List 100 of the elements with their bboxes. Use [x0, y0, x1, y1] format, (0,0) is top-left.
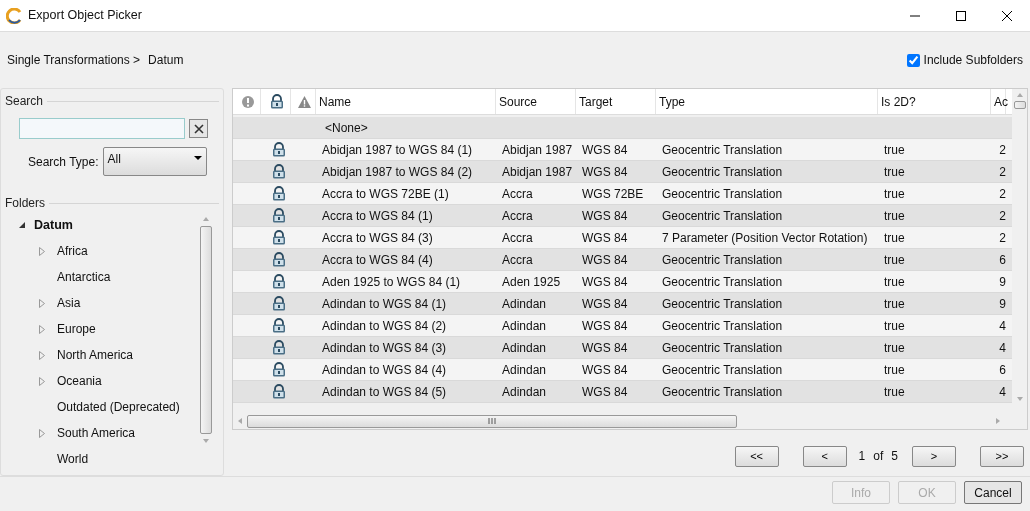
tree-item[interactable]: Antarctica [57, 268, 111, 286]
warning-icon [298, 95, 311, 108]
table-cell-text: Adindan to WGS 84 (3) [321, 339, 448, 357]
tree-item[interactable]: North America [57, 346, 134, 364]
table-cell-text: true [883, 273, 906, 291]
tree-item[interactable]: Asia [57, 294, 81, 312]
table-cell-text: Accra [501, 185, 534, 203]
dropdown-value: All [107, 151, 121, 168]
tree-item[interactable]: World [57, 450, 89, 468]
table-cell-text: Accra [501, 251, 534, 269]
table-cell-text: 4 [998, 339, 1006, 357]
column-header[interactable]: Target [576, 89, 656, 114]
group-title: Folders [5, 195, 45, 212]
table-cell-text: Geocentric Translation [661, 163, 784, 181]
table-cell-text: Adindan [501, 339, 548, 357]
table-cell-text: WGS 84 [581, 339, 629, 357]
table-cell-text: Abidjan 1987 [501, 141, 574, 159]
table-cell-text: WGS 84 [581, 317, 629, 335]
table-cell-text: WGS 84 [581, 229, 629, 247]
dialog-button[interactable]: Cancel [964, 481, 1022, 504]
table-cell-text: Geocentric Translation [661, 317, 784, 335]
table-cell-text: 2 [998, 163, 1006, 181]
search-type-dropdown[interactable]: All [102, 147, 207, 176]
table-cell-text: 2 [998, 207, 1006, 225]
search-field[interactable] [19, 118, 185, 139]
app-logo-icon [6, 7, 22, 24]
group-title: Search [5, 93, 44, 110]
tree-item[interactable]: Africa [57, 242, 88, 260]
column-header[interactable]: Ac [991, 89, 1006, 114]
tree-item[interactable]: Oceania [57, 372, 102, 390]
table-cell-text: Geocentric Translation [661, 273, 784, 291]
table-cell-text: WGS 84 [581, 383, 629, 401]
table-cell-text: 9 [998, 295, 1006, 313]
table-cell-text: Adindan to WGS 84 (2) [321, 317, 448, 335]
last-page-button[interactable]: >> [980, 445, 1024, 467]
lock-icon [270, 94, 284, 109]
checkbox-label: Include Subfolders [923, 52, 1023, 69]
column-header[interactable]: Is 2D? [878, 89, 991, 114]
page-total: 5 [891, 448, 898, 465]
tree-item[interactable]: Datum [34, 215, 73, 235]
table-cell-text: true [883, 317, 906, 335]
table-cell-text: 2 [998, 185, 1006, 203]
table-cell-text: WGS 84 [581, 163, 629, 181]
table-cell-text: true [883, 163, 906, 181]
column-header[interactable]: Name [316, 89, 496, 114]
tree-item[interactable]: South America [57, 424, 136, 442]
scrollbar-thumb[interactable] [247, 414, 737, 428]
info-alert-icon [242, 95, 254, 108]
tree-item[interactable]: Outdated (Deprecated) [57, 398, 180, 416]
window-title: Export Object Picker [28, 7, 142, 25]
table-cell-text: Accra [501, 207, 534, 225]
include-subfolders-checkbox[interactable] [906, 53, 920, 67]
table-cell-text: Adindan to WGS 84 (1) [321, 295, 448, 313]
table-cell-text: Geocentric Translation [661, 361, 784, 379]
table-cell-text: Accra to WGS 84 (1) [321, 207, 434, 225]
tree-item[interactable]: Europe [57, 320, 96, 338]
table-cell-text: true [883, 229, 906, 247]
scrollbar-thumb[interactable] [1013, 101, 1026, 109]
close-icon [193, 123, 204, 134]
table-cell-text: Accra [501, 229, 534, 247]
table-cell-text: Abidjan 1987 [501, 163, 574, 181]
table-cell-text: Accra to WGS 72BE (1) [321, 185, 450, 203]
scrollbar-thumb[interactable] [200, 226, 212, 434]
table-cell-text: 2 [998, 229, 1006, 247]
table-cell-text: true [883, 383, 906, 401]
table-cell-text: Adindan to WGS 84 (5) [321, 383, 448, 401]
breadcrumb-item[interactable]: Single Transformations > [7, 51, 141, 69]
table-cell-text: WGS 84 [581, 273, 629, 291]
table-cell-text: WGS 84 [581, 295, 629, 313]
grip-icon [488, 418, 496, 424]
next-page-button[interactable]: > [912, 445, 956, 467]
table-cell-text: true [883, 207, 906, 225]
table-cell-text: Accra to WGS 84 (3) [321, 229, 434, 247]
table-cell-text: 9 [998, 273, 1006, 291]
table-cell-text: 7 Parameter (Position Vector Rotation) [661, 229, 869, 247]
table-cell-text: Accra to WGS 84 (4) [321, 251, 434, 269]
table-cell-text: Geocentric Translation [661, 383, 784, 401]
table-cell-text: Adindan [501, 317, 548, 335]
clear-button[interactable] [189, 119, 208, 138]
table-cell-text: 6 [998, 361, 1006, 379]
table-cell-text: Geocentric Translation [661, 141, 784, 159]
table-cell-text: true [883, 185, 906, 203]
table-cell-text: WGS 84 [581, 361, 629, 379]
field-label: Search Type: [28, 153, 99, 171]
first-page-button[interactable]: << [734, 445, 779, 467]
column-header[interactable]: Source [496, 89, 576, 114]
table-cell-text: WGS 84 [581, 207, 629, 225]
previous-page-button[interactable]: < [802, 445, 847, 467]
table-cell-text: true [883, 141, 906, 159]
table-cell-text: Adindan [501, 383, 548, 401]
column-header[interactable]: Type [656, 89, 878, 114]
breadcrumb-item[interactable]: Datum [148, 51, 184, 69]
table-cell-text: Adindan [501, 295, 548, 313]
table-cell-text: true [883, 295, 906, 313]
page-label: of [873, 448, 884, 465]
maximize-icon [956, 10, 966, 21]
table-cell-text: Aden 1925 [501, 273, 562, 291]
table-cell-text: Geocentric Translation [661, 185, 784, 203]
page-number: 1 [858, 448, 866, 465]
table-cell-text: Abidjan 1987 to WGS 84 (1) [321, 141, 474, 159]
